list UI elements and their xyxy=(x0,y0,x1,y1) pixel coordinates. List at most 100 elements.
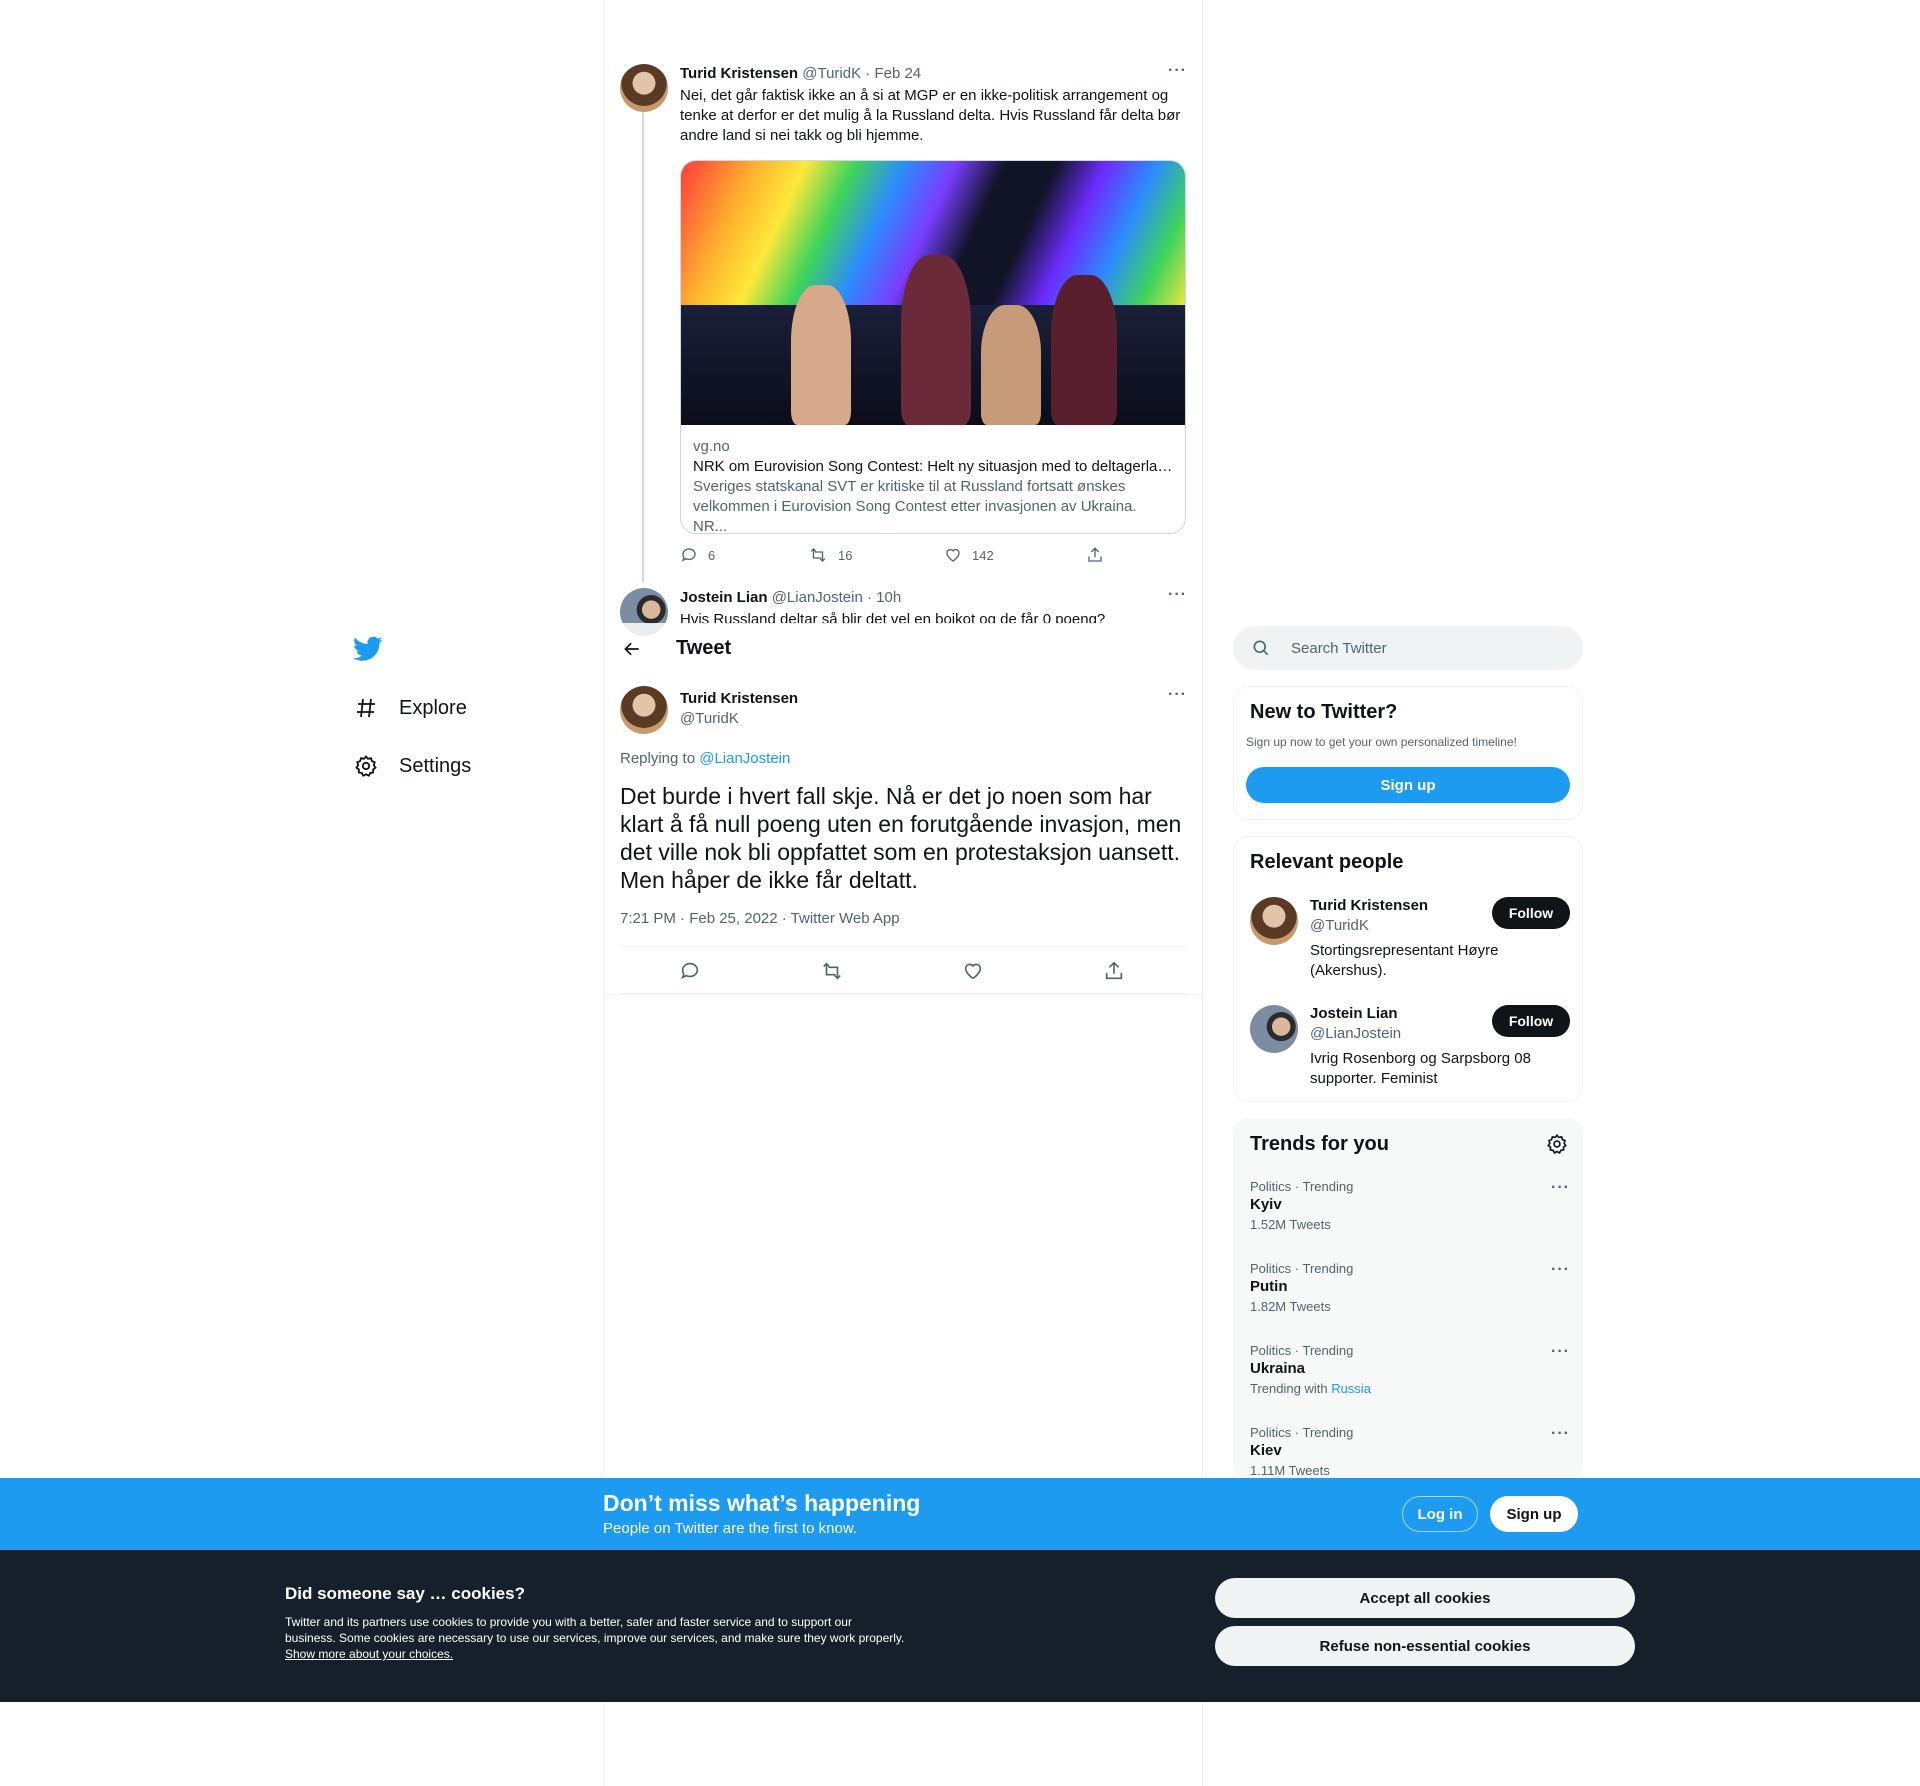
prev-tweet-header: Turid Kristensen @TuridK · Feb 24 xyxy=(680,64,1150,84)
person-row[interactable]: Jostein Lian @LianJostein Ivrig Rosenbor… xyxy=(1250,1005,1570,1095)
person-name[interactable]: Jostein Lian xyxy=(1310,1005,1398,1022)
hashtag-icon xyxy=(353,695,379,721)
avatar[interactable] xyxy=(1250,1005,1298,1053)
retweet-icon xyxy=(810,548,826,562)
panel-subtitle: Sign up now to get your own personalized… xyxy=(1246,735,1517,749)
gear-icon[interactable] xyxy=(1546,1133,1568,1155)
card-image xyxy=(681,161,1185,425)
follow-button[interactable]: Follow xyxy=(1492,1005,1570,1037)
main-tweet-actions xyxy=(620,946,1186,994)
more-icon[interactable]: ··· xyxy=(1551,1425,1570,1443)
search-box[interactable] xyxy=(1233,626,1583,670)
author-name[interactable]: Turid Kristensen xyxy=(680,65,798,82)
share-icon xyxy=(1105,961,1123,980)
reply-button[interactable] xyxy=(678,959,702,983)
back-button[interactable] xyxy=(620,637,644,661)
reply-button[interactable]: 6 xyxy=(680,546,715,564)
gear-icon xyxy=(353,753,379,779)
share-button[interactable] xyxy=(1086,546,1104,564)
card-meta: vg.no NRK om Eurovision Song Contest: He… xyxy=(681,425,1185,534)
tweet-text: Hvis Russland deltar så blir det vel en … xyxy=(680,611,1106,624)
trend-item[interactable]: Politics · Trending Kyiv 1.52M Tweets ··… xyxy=(1250,1179,1570,1232)
tweet-header-bar: Tweet xyxy=(604,623,1202,676)
retweet-icon xyxy=(823,962,841,980)
replying-to-link[interactable]: @LianJostein xyxy=(699,750,790,767)
author-handle[interactable]: @LianJostein xyxy=(772,589,863,606)
like-button[interactable] xyxy=(961,959,985,983)
more-icon[interactable]: ··· xyxy=(1168,686,1187,704)
retweet-count: 16 xyxy=(838,547,853,563)
replying-to: Replying to @LianJostein xyxy=(620,750,790,767)
new-to-twitter-panel: New to Twitter? Sign up now to get your … xyxy=(1233,686,1583,820)
replying-to-prefix: Replying to xyxy=(620,750,696,767)
reply-icon xyxy=(681,548,696,562)
nav-explore-label: Explore xyxy=(399,696,467,719)
performer-graphic xyxy=(1051,275,1117,425)
avatar[interactable] xyxy=(620,686,668,734)
trend-category: Politics · Trending xyxy=(1250,1179,1354,1194)
person-name[interactable]: Turid Kristensen xyxy=(1310,897,1428,914)
author-handle[interactable]: @TuridK xyxy=(802,65,861,82)
trend-item[interactable]: Politics · Trending Putin 1.82M Tweets ·… xyxy=(1250,1261,1570,1314)
person-bio: Stortingsrepresentant Høyre (Akershus). xyxy=(1310,942,1499,979)
divider xyxy=(604,994,1202,995)
retweet-button[interactable]: 16 xyxy=(808,546,852,564)
tweet-date[interactable]: · Feb 24 xyxy=(865,65,921,82)
share-button[interactable] xyxy=(1102,959,1126,983)
tweet-text: Nei, det går faktisk ikke an å si at MGP… xyxy=(680,87,1181,144)
refuse-cookies-button[interactable]: Refuse non-essential cookies xyxy=(1215,1626,1635,1666)
person-row[interactable]: Turid Kristensen @TuridK Stortingsrepres… xyxy=(1250,897,1570,987)
like-button[interactable]: 142 xyxy=(944,546,994,564)
more-icon[interactable]: ··· xyxy=(1551,1261,1570,1279)
trend-item[interactable]: Politics · Trending Ukraina Trending wit… xyxy=(1250,1343,1570,1396)
panel-title: Relevant people xyxy=(1250,851,1404,873)
search-icon xyxy=(1253,640,1269,656)
card-description: Sveriges statskanal SVT er kritiske til … xyxy=(693,478,1137,534)
person-handle[interactable]: @TuridK xyxy=(1310,917,1369,934)
trend-category: Politics · Trending xyxy=(1250,1261,1354,1276)
more-icon[interactable]: ··· xyxy=(1551,1343,1570,1361)
more-icon[interactable]: ··· xyxy=(1551,1179,1570,1197)
sign-up-button[interactable]: Sign up xyxy=(1246,767,1570,803)
tweet-date[interactable]: · 10h xyxy=(867,589,901,606)
trend-name: Putin xyxy=(1250,1278,1288,1295)
banner-title: Don’t miss what’s happening xyxy=(603,1490,921,1516)
main-author-handle[interactable]: @TuridK xyxy=(680,710,739,727)
trend-category: Politics · Trending xyxy=(1250,1343,1354,1358)
trending-with-link[interactable]: Russia xyxy=(1331,1381,1371,1396)
trending-with-label: Trending with xyxy=(1250,1381,1328,1396)
accept-cookies-button[interactable]: Accept all cookies xyxy=(1215,1578,1635,1618)
cookie-more-link[interactable]: Show more about your choices. xyxy=(285,1647,453,1661)
main-tweet-meta[interactable]: 7:21 PM · Feb 25, 2022 · Twitter Web App xyxy=(620,910,900,927)
cookie-title: Did someone say … cookies? xyxy=(285,1584,525,1603)
more-icon[interactable]: ··· xyxy=(1168,586,1187,604)
main-author-name[interactable]: Turid Kristensen xyxy=(680,690,798,707)
retweet-button[interactable] xyxy=(820,959,844,983)
search-input[interactable] xyxy=(1291,639,1551,657)
avatar[interactable] xyxy=(620,64,668,112)
trend-name: Kyiv xyxy=(1250,1196,1282,1213)
page-title: Tweet xyxy=(676,637,732,659)
link-card[interactable]: vg.no NRK om Eurovision Song Contest: He… xyxy=(680,160,1186,534)
trend-count: 1.11M Tweets xyxy=(1250,1463,1330,1478)
trend-count: 1.52M Tweets xyxy=(1250,1217,1331,1232)
person-handle[interactable]: @LianJostein xyxy=(1310,1025,1401,1042)
follow-button[interactable]: Follow xyxy=(1492,897,1570,929)
heart-icon xyxy=(946,548,960,562)
trend-name: Kiev xyxy=(1250,1442,1282,1459)
avatar[interactable] xyxy=(1250,897,1298,945)
log-in-button[interactable]: Log in xyxy=(1402,1496,1478,1532)
twitter-logo-icon[interactable] xyxy=(353,636,385,668)
sign-up-button[interactable]: Sign up xyxy=(1490,1496,1578,1532)
trend-item[interactable]: Politics · Trending Kiev 1.11M Tweets ··… xyxy=(1250,1425,1570,1478)
more-icon[interactable]: ··· xyxy=(1168,62,1187,80)
author-name[interactable]: Jostein Lian xyxy=(680,589,768,606)
nav-settings[interactable]: Settings xyxy=(353,746,471,786)
relevant-people-panel: Relevant people Turid Kristensen @TuridK… xyxy=(1233,836,1583,1102)
nav-settings-label: Settings xyxy=(399,754,472,777)
banner-subtitle: People on Twitter are the first to know. xyxy=(603,1520,858,1537)
trend-count: Trending with Russia xyxy=(1250,1381,1570,1396)
main-tweet-text: Det burde i hvert fall skje. Nå er det j… xyxy=(620,783,1182,893)
nav-explore[interactable]: Explore xyxy=(353,688,467,728)
cookie-text: Twitter and its partners use cookies to … xyxy=(285,1614,905,1662)
